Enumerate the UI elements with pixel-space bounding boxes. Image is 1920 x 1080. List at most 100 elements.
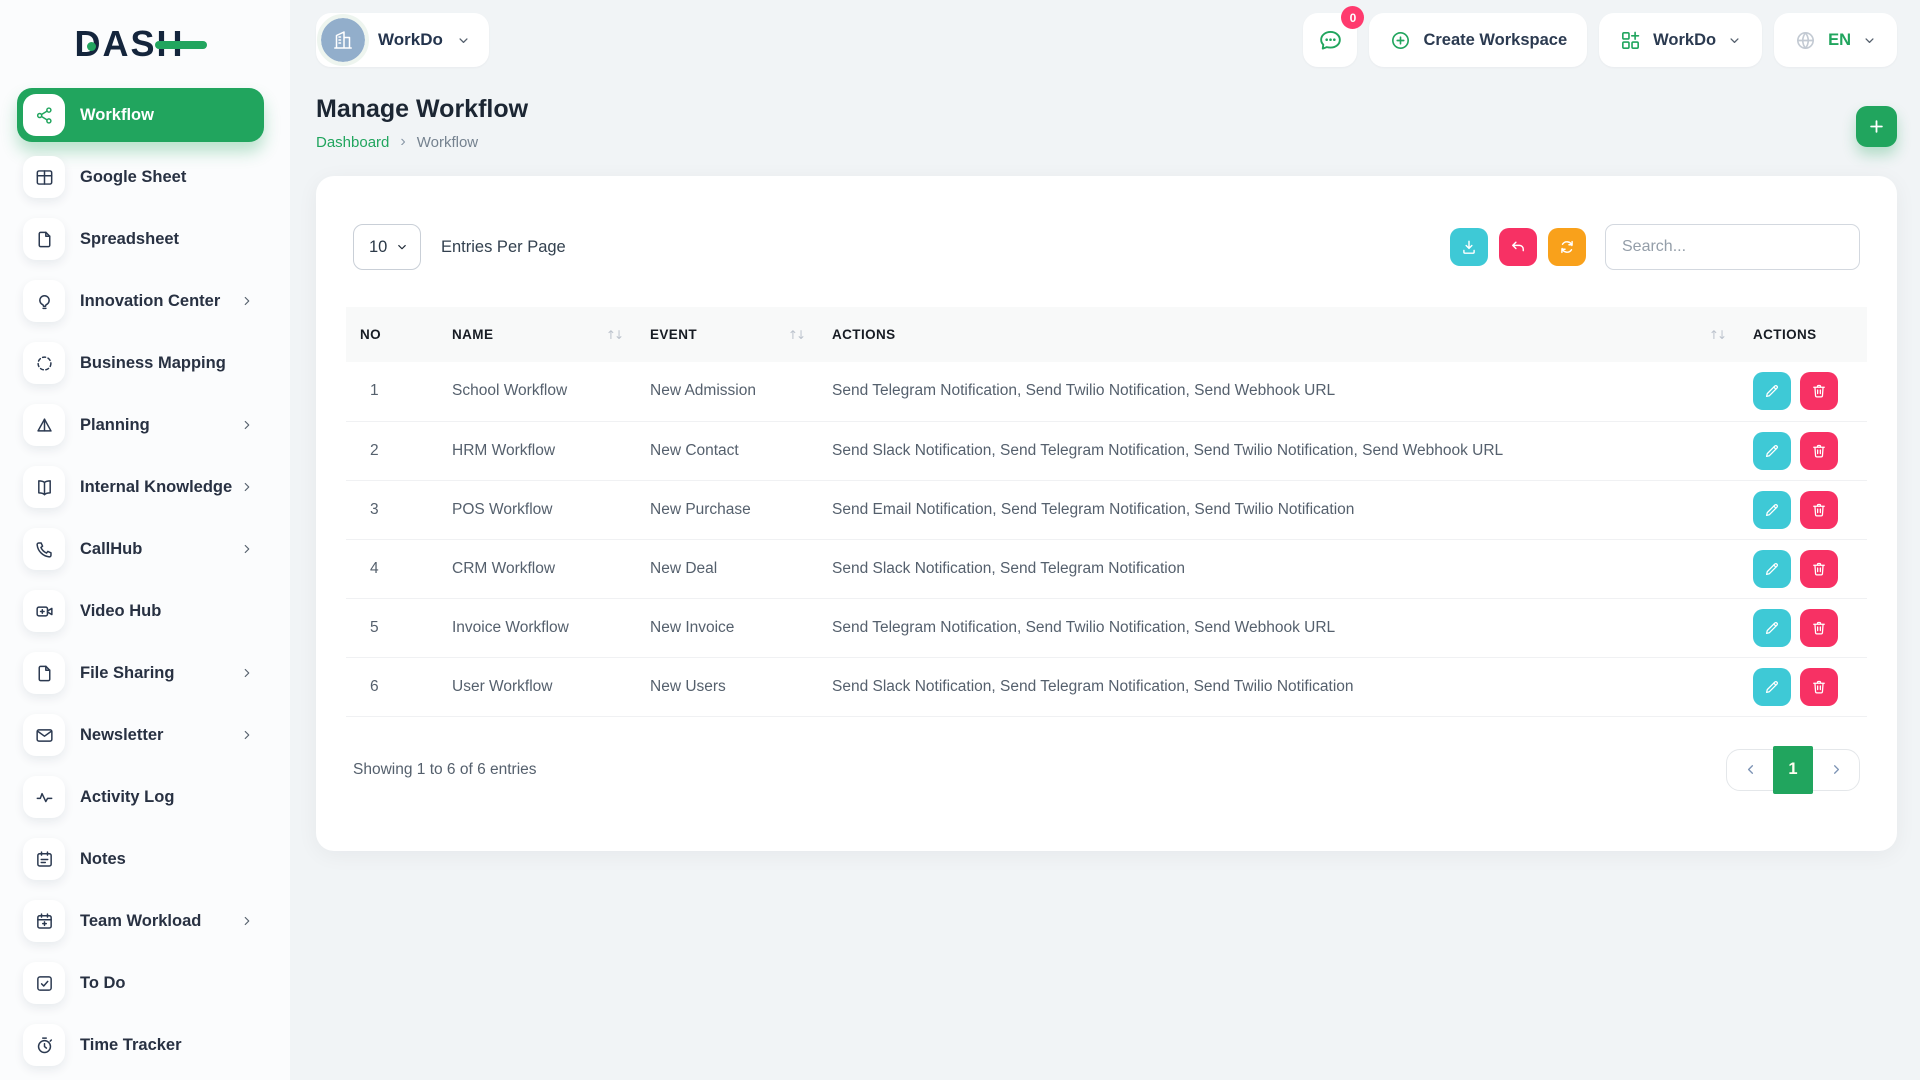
add-workflow-button[interactable] [1856, 106, 1897, 147]
cell-actions-text: Send Telegram Notification, Send Twilio … [818, 362, 1739, 421]
sidebar-item[interactable]: Video Hub [17, 584, 264, 638]
column-header-label: ACTIONS [1753, 327, 1817, 342]
logo-accent-bar [155, 41, 207, 49]
trash-icon [1810, 560, 1828, 578]
nav-icon-box [23, 714, 65, 756]
page-title: Manage Workflow [316, 95, 528, 124]
topbar-right: 0 Create Workspace WorkDo EN [1303, 13, 1897, 67]
nav-icon-box [23, 94, 65, 136]
nav-icon-box [23, 404, 65, 446]
pagination-next-button[interactable] [1813, 750, 1859, 790]
nav-icon-box [23, 652, 65, 694]
sidebar-item[interactable]: CallHub [17, 522, 264, 576]
column-header[interactable]: EVENT ↑↓ [636, 307, 818, 362]
topbar: WorkDo 0 Create Workspace WorkDo [316, 13, 1897, 67]
nav-icon-box [23, 962, 65, 1004]
delete-button[interactable] [1800, 668, 1838, 706]
cell-actions-text: Send Slack Notification, Send Telegram N… [818, 421, 1739, 480]
edit-button[interactable] [1753, 432, 1791, 470]
column-header[interactable]: NAME ↑↓ [438, 307, 636, 362]
sidebar-item[interactable]: Internal Knowledge [17, 460, 264, 514]
breadcrumb-separator: › [400, 133, 405, 151]
export-button[interactable] [1450, 228, 1488, 266]
chevron-right-icon [240, 480, 254, 494]
chevron-right-icon [240, 914, 254, 928]
delete-button[interactable] [1800, 491, 1838, 529]
plus-circle-icon [1389, 29, 1412, 52]
chevron-right-icon [240, 666, 254, 680]
column-header-label: NAME [452, 327, 493, 342]
column-header[interactable]: ACTIONS ↑↓ [818, 307, 1739, 362]
cell-event: New Invoice [636, 598, 818, 657]
sidebar-item-label: Spreadsheet [80, 230, 179, 249]
sidebar-item-label: Business Mapping [80, 354, 226, 373]
delete-button[interactable] [1800, 550, 1838, 588]
app-menu-button[interactable]: WorkDo [1599, 13, 1762, 67]
sidebar-item-label: Planning [80, 416, 150, 435]
building-icon [331, 28, 355, 52]
file-icon [34, 229, 55, 250]
search-input[interactable] [1605, 224, 1860, 270]
reset-button[interactable] [1499, 228, 1537, 266]
entries-per-page-select[interactable]: 10 [353, 224, 421, 270]
stopwatch-icon [34, 1035, 55, 1056]
sidebar-item[interactable]: Workflow [17, 88, 264, 142]
app-root: DASH Workflow Google Sheet [0, 0, 1920, 1080]
workspace-switcher[interactable]: WorkDo [316, 13, 489, 67]
language-button[interactable]: EN [1774, 13, 1897, 67]
table-grid-icon [34, 167, 55, 188]
breadcrumb-dashboard-link[interactable]: Dashboard [316, 134, 389, 151]
sidebar-item[interactable]: Newsletter [17, 708, 264, 762]
delete-button[interactable] [1800, 432, 1838, 470]
lightbulb-icon [34, 291, 55, 312]
edit-button[interactable] [1753, 372, 1791, 410]
pagination-prev-button[interactable] [1727, 750, 1773, 790]
pagination-page-1[interactable]: 1 [1773, 746, 1813, 794]
sort-icon: ↑↓ [1709, 327, 1725, 342]
table-row: 1 School Workflow New Admission Send Tel… [346, 362, 1867, 421]
pencil-icon [1763, 501, 1781, 519]
row-actions [1753, 372, 1853, 410]
chevron-right-icon [240, 418, 254, 432]
sidebar-item[interactable]: Notes [17, 832, 264, 886]
chevron-right-icon [240, 294, 254, 308]
undo-icon [1509, 238, 1527, 256]
cell-no: 4 [346, 539, 438, 598]
sidebar-item[interactable]: Planning [17, 398, 264, 452]
nav-icon-box [23, 590, 65, 632]
sidebar-item-label: Activity Log [80, 788, 174, 807]
showing-entries-text: Showing 1 to 6 of 6 entries [353, 761, 537, 779]
delete-button[interactable] [1800, 609, 1838, 647]
create-workspace-button[interactable]: Create Workspace [1369, 13, 1587, 67]
sidebar-item[interactable]: Google Sheet [17, 150, 264, 204]
cell-event: New Users [636, 657, 818, 716]
sidebar-item[interactable]: Business Mapping [17, 336, 264, 390]
cell-no: 3 [346, 480, 438, 539]
sidebar-item[interactable]: Activity Log [17, 770, 264, 824]
edit-button[interactable] [1753, 550, 1791, 588]
sidebar-item[interactable]: Spreadsheet [17, 212, 264, 266]
table-footer: Showing 1 to 6 of 6 entries 1 [353, 749, 1860, 791]
edit-button[interactable] [1753, 491, 1791, 529]
sidebar-item[interactable]: File Sharing [17, 646, 264, 700]
sidebar-item[interactable]: Team Workload [17, 894, 264, 948]
edit-button[interactable] [1753, 668, 1791, 706]
sidebar-item[interactable]: Time Tracker [17, 1018, 264, 1072]
pencil-icon [1763, 560, 1781, 578]
delete-button[interactable] [1800, 372, 1838, 410]
logo-accent-dot [87, 42, 96, 51]
cell-no: 5 [346, 598, 438, 657]
chevron-right-icon [1829, 762, 1844, 777]
sidebar-item[interactable]: To Do [17, 956, 264, 1010]
cell-actions-text: Send Slack Notification, Send Telegram N… [818, 657, 1739, 716]
nav-icon-box [23, 528, 65, 570]
messages-button[interactable]: 0 [1303, 13, 1357, 67]
row-actions [1753, 668, 1853, 706]
refresh-button[interactable] [1548, 228, 1586, 266]
sidebar-item[interactable]: Innovation Center [17, 274, 264, 328]
sidebar-item-label: Video Hub [80, 602, 161, 621]
edit-button[interactable] [1753, 609, 1791, 647]
workflow-card: 10 Entries Per Page [316, 176, 1897, 851]
table-row: 6 User Workflow New Users Send Slack Not… [346, 657, 1867, 716]
row-actions [1753, 491, 1853, 529]
